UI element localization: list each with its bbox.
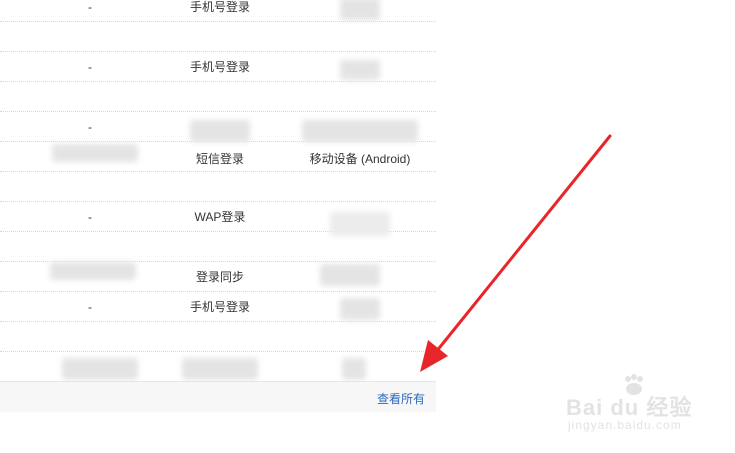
table-row: - 手机号登录 [0,0,436,22]
login-method-cell [160,82,280,112]
login-ip-cell: - [88,60,92,74]
watermark-site: jingyan.baidu.com [568,418,682,432]
redacted-blur [320,264,380,286]
login-ip-cell: - [88,210,92,224]
table-row: - 手机号登录 [0,292,436,322]
login-history-page: - 手机号登录 - 手机号登录 - 短信登录 移动设备 (Android) - … [0,0,735,453]
login-ip-cell: - [88,0,92,14]
login-ip-cell [40,232,140,262]
table-row: - 手机号登录 [0,52,436,82]
login-device-cell [290,232,430,262]
view-all-link[interactable]: 查看所有 [377,390,425,407]
login-ip-cell: - [88,300,92,314]
table-row: - [0,112,436,142]
login-method-cell: 登录同步 [195,270,244,284]
login-device-cell [290,352,430,382]
table-row [0,322,436,352]
login-method-cell [160,352,280,382]
table-row: - WAP登录 [0,202,436,236]
login-method-cell: WAP登录 [194,210,246,224]
redacted-blur [190,120,250,142]
baidu-jingyan-watermark: Bai du 经验 jingyan.baidu.com [566,372,726,442]
redacted-blur [340,298,380,320]
login-records-table: - 手机号登录 - 手机号登录 - 短信登录 移动设备 (Android) - … [0,0,436,382]
redacted-blur [302,120,418,142]
login-method-cell: 手机号登录 [189,300,250,314]
login-method-cell: 手机号登录 [189,0,250,14]
login-method-cell [160,322,280,352]
table-row [0,172,436,202]
login-ip-cell [40,322,140,352]
login-device-cell [290,22,430,52]
login-ip-cell [40,352,140,382]
login-method-cell: 手机号登录 [189,60,250,74]
redacted-blur [340,60,380,80]
table-row [0,352,436,382]
login-ip-cell: - [88,120,92,134]
login-method-cell: 短信登录 [195,152,244,166]
table-row [0,232,436,262]
login-device-cell: 移动设备 (Android) [309,152,411,166]
table-row [0,22,436,52]
login-method-cell [160,172,280,202]
login-method-cell [160,232,280,262]
table-footer [0,381,436,412]
table-row [0,82,436,112]
login-ip-cell [40,172,140,202]
login-device-cell [290,322,430,352]
login-ip-cell [40,82,140,112]
login-ip-cell [40,142,140,172]
arrow-shaft [434,134,612,354]
login-ip-cell [40,22,140,52]
login-device-cell [290,172,430,202]
table-row: 登录同步 [0,262,436,292]
redacted-blur [340,0,380,20]
login-ip-cell [40,262,140,292]
table-row: 短信登录 移动设备 (Android) [0,142,436,172]
login-method-cell [160,22,280,52]
login-device-cell [290,82,430,112]
